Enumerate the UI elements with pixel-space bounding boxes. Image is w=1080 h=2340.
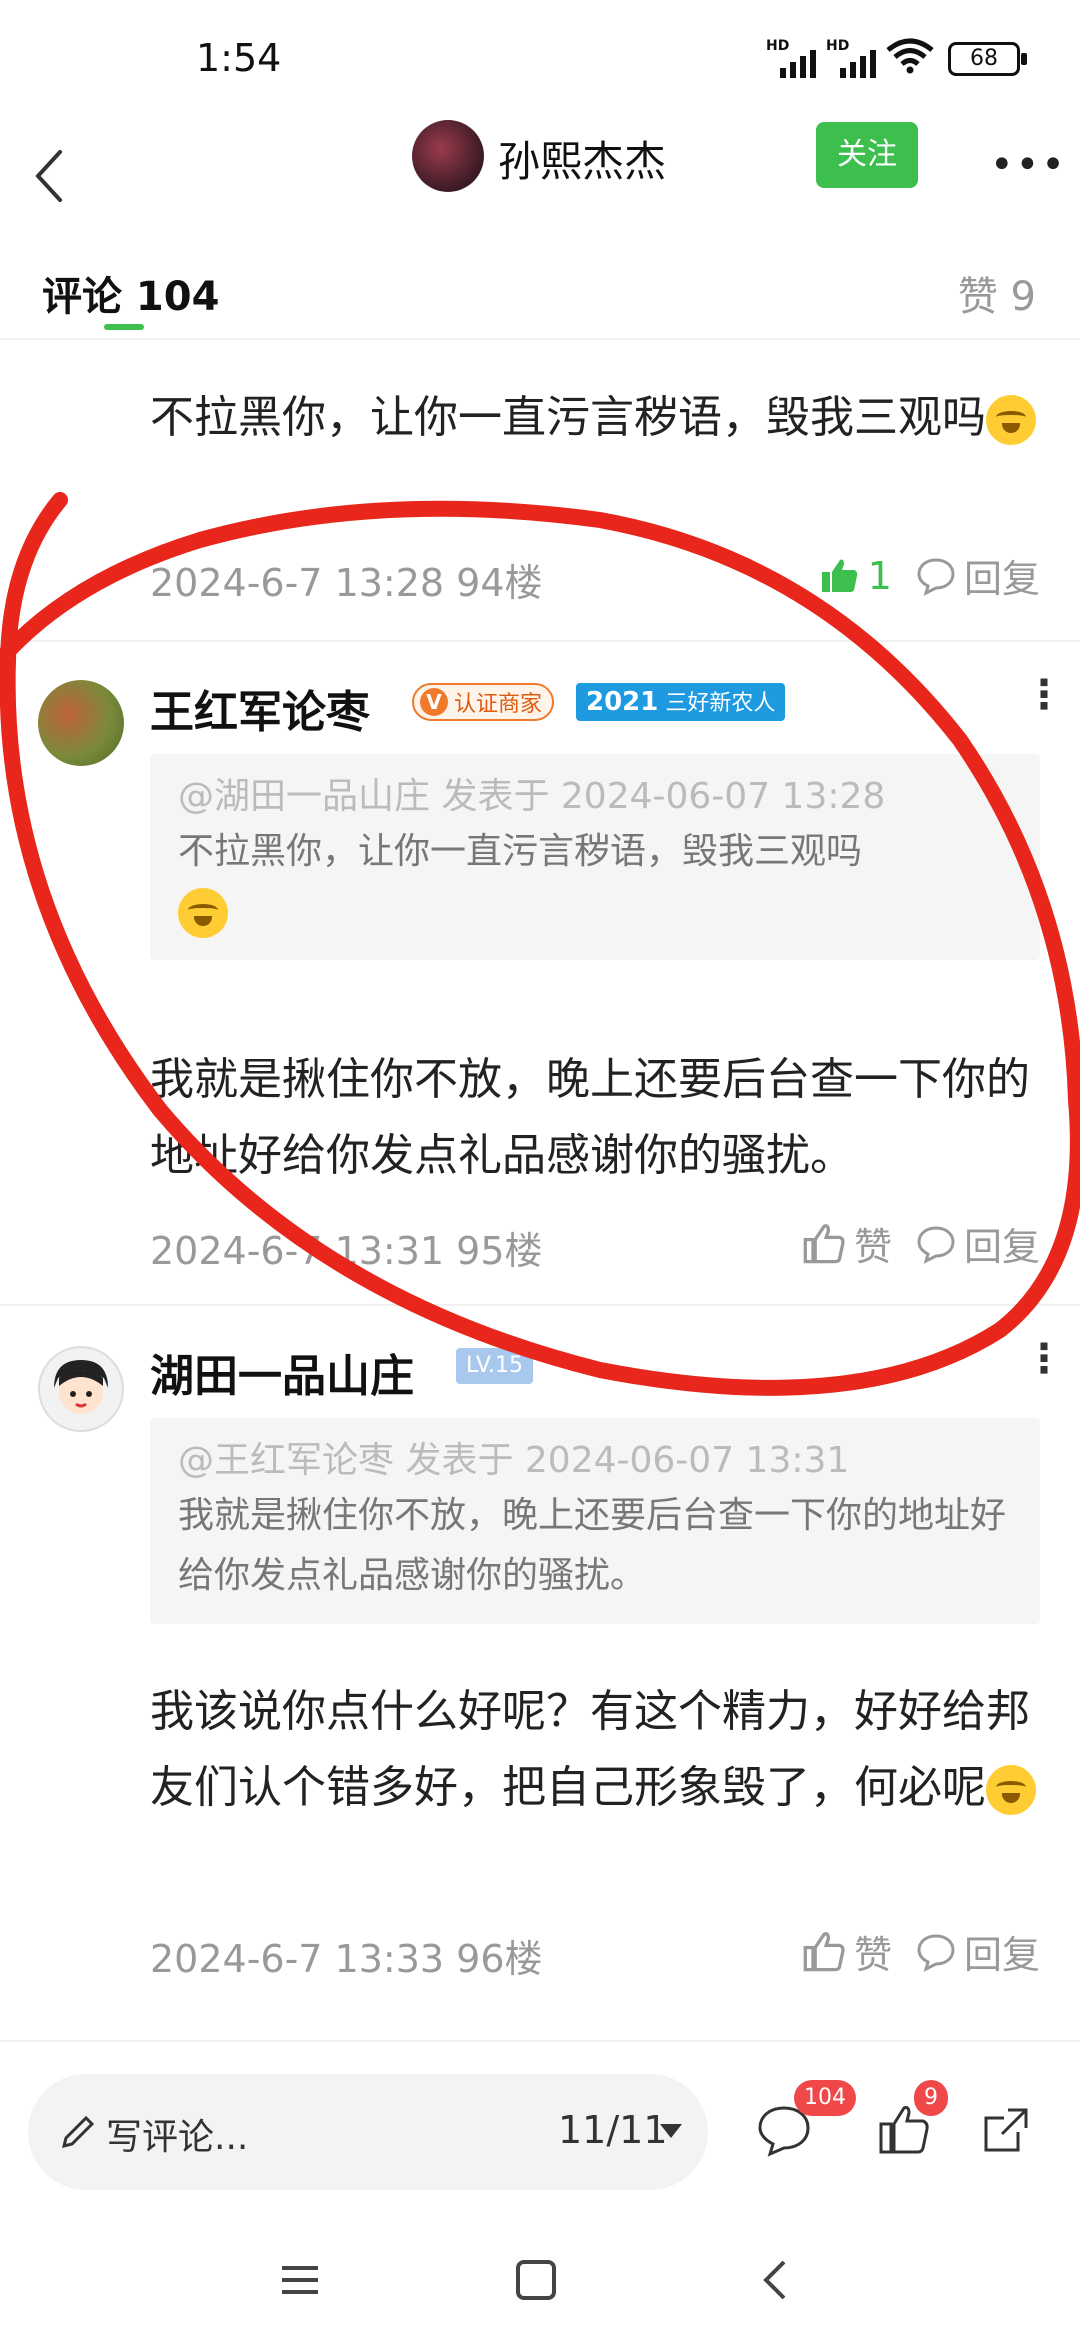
comment-text: 我就是揪住你不放，晚上还要后台查一下你的地址好给你发点礼品感谢你的骚扰。 xyxy=(150,1054,1030,1181)
like-button[interactable]: 赞 xyxy=(802,1924,892,1979)
commenter-name[interactable]: 湖田一品山庄 xyxy=(150,1340,414,1404)
reply-bubble-icon xyxy=(917,1933,955,1972)
comment-meta: 2024-6-7 13:28 94楼 xyxy=(150,561,543,605)
more-options-icon[interactable]: ••• xyxy=(990,142,1067,188)
new-farmer-badge: 2021 三好新农人 xyxy=(576,683,786,721)
quote-header: @湖田一品山庄 发表于 2024-06-07 13:28 xyxy=(178,776,886,817)
comment-input[interactable]: 写评论... 11/11 xyxy=(28,2074,708,2190)
cry-laugh-emoji-icon xyxy=(178,888,228,938)
bottom-action-bar: 写评论... 11/11 104 9 xyxy=(0,2040,1080,2220)
status-time: 1:54 xyxy=(196,36,282,80)
comment-actions: 赞 回复 xyxy=(802,1924,1040,1979)
like-button[interactable]: 1 xyxy=(820,554,892,598)
comment-actions: 1 回复 xyxy=(820,548,1040,603)
comment-meta: 2024-6-7 13:31 95楼 xyxy=(150,1229,543,1273)
comment-more-icon[interactable]: ⋮ xyxy=(1024,672,1064,718)
comment-item: 王红军论枣 ⋮ @湖田一品山庄 发表于 2024-06-07 13:28 不拉黑… xyxy=(0,642,1080,1302)
reply-button[interactable]: 回复 xyxy=(916,1924,1040,1979)
pen-icon xyxy=(61,2115,95,2149)
top-bar: 孙熙杰杰 关注 ••• xyxy=(0,110,1080,240)
wifi-icon xyxy=(886,38,934,74)
dropdown-caret-icon[interactable] xyxy=(660,2124,682,2138)
follow-button[interactable]: 关注 xyxy=(816,122,918,188)
comment-count-badge: 104 xyxy=(794,2080,856,2116)
comment-actions: 赞 回复 xyxy=(802,1216,1040,1271)
like-count: 1 xyxy=(867,553,892,598)
comment-more-icon[interactable]: ⋮ xyxy=(1024,1336,1064,1382)
battery-indicator: 68 xyxy=(948,42,1027,76)
comment-tabs: 评论 104 赞 9 xyxy=(0,250,1080,340)
level-badge: LV.15 xyxy=(456,1348,534,1384)
verified-v-icon: V xyxy=(420,688,448,716)
reply-bubble-icon xyxy=(917,1225,955,1264)
certified-merchant-badge: V 认证商家 xyxy=(412,683,555,721)
cartoon-avatar-icon xyxy=(54,1360,108,1414)
like-button[interactable]: 赞 xyxy=(802,1216,892,1271)
status-bar: 1:54 HD HD 68 xyxy=(0,0,1080,110)
nav-back-icon[interactable] xyxy=(756,2258,796,2302)
comment-meta: 2024-6-7 13:33 96楼 xyxy=(150,1937,543,1981)
cell-signal-icon-2: HD xyxy=(826,38,886,78)
quote-header: @王红军论枣 发表于 2024-06-07 13:31 xyxy=(178,1440,850,1481)
commenter-name[interactable]: 王红军论枣 xyxy=(150,676,370,740)
tab-comments[interactable]: 评论 104 xyxy=(42,264,219,322)
author-name[interactable]: 孙熙杰杰 xyxy=(498,128,666,189)
cry-laugh-emoji-icon xyxy=(986,395,1036,445)
active-tab-indicator xyxy=(104,324,144,330)
thumbs-up-icon xyxy=(803,1223,845,1263)
reply-button[interactable]: 回复 xyxy=(916,548,1040,603)
back-icon[interactable] xyxy=(26,146,76,206)
comment-item: 不拉黑你，让你一直污言秽语，毁我三观吗 2024-6-7 13:28 94楼 1… xyxy=(0,340,1080,640)
menu-icon[interactable] xyxy=(280,2260,320,2300)
page-indicator[interactable]: 11/11 xyxy=(558,2108,668,2152)
commenter-avatar[interactable] xyxy=(38,680,124,766)
cell-signal-icon: HD xyxy=(766,38,826,78)
comment-placeholder: 写评论... xyxy=(106,2117,249,2158)
thumbs-up-filled-icon xyxy=(821,559,857,592)
comment-item: 湖田一品山庄 ⋮ @王红军论枣 发表于 2024-06-07 13:31 我就是… xyxy=(0,1306,1080,2038)
quote-text: 不拉黑你，让你一直污言秽语，毁我三观吗 xyxy=(178,822,1012,942)
share-icon[interactable] xyxy=(978,2102,1034,2158)
quoted-comment: @王红军论枣 发表于 2024-06-07 13:31 我就是揪住你不放，晚上还… xyxy=(150,1418,1040,1624)
cry-laugh-emoji-icon xyxy=(986,1765,1036,1815)
comment-text: 我该说你点什么好呢？有这个精力，好好给邦友们认个错多好，把自己形象毁了，何必呢 xyxy=(150,1674,1040,1826)
quote-text: 我就是揪住你不放，晚上还要后台查一下你的地址好给你发点礼品感谢你的骚扰。 xyxy=(178,1495,1007,1596)
quoted-comment: @湖田一品山庄 发表于 2024-06-07 13:28 不拉黑你，让你一直污言… xyxy=(150,754,1040,960)
commenter-avatar[interactable] xyxy=(38,1346,124,1432)
like-count-badge: 9 xyxy=(914,2080,948,2116)
reply-button[interactable]: 回复 xyxy=(916,1216,1040,1271)
reply-bubble-icon xyxy=(917,557,955,596)
system-nav-bar xyxy=(0,2220,1080,2340)
home-icon[interactable] xyxy=(516,2260,556,2300)
author-avatar[interactable] xyxy=(412,120,484,192)
thumbs-up-icon xyxy=(803,1931,845,1971)
comment-text: 不拉黑你，让你一直污言秽语，毁我三观吗 xyxy=(150,380,1040,456)
tab-likes[interactable]: 赞 9 xyxy=(958,264,1036,322)
